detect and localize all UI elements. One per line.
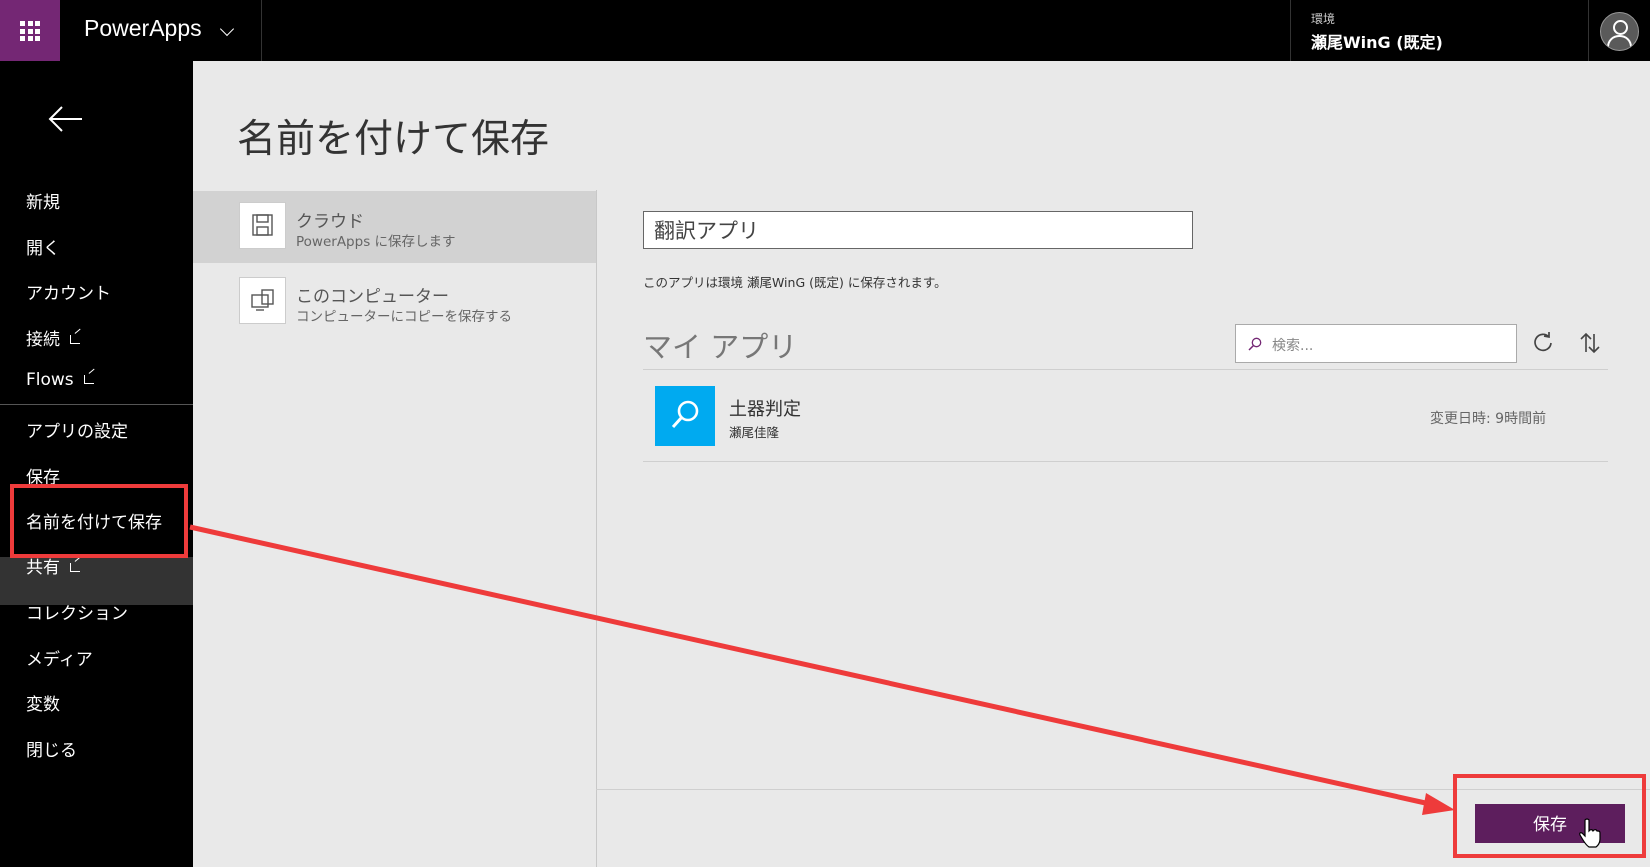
annotation-arrow [189,524,1455,815]
